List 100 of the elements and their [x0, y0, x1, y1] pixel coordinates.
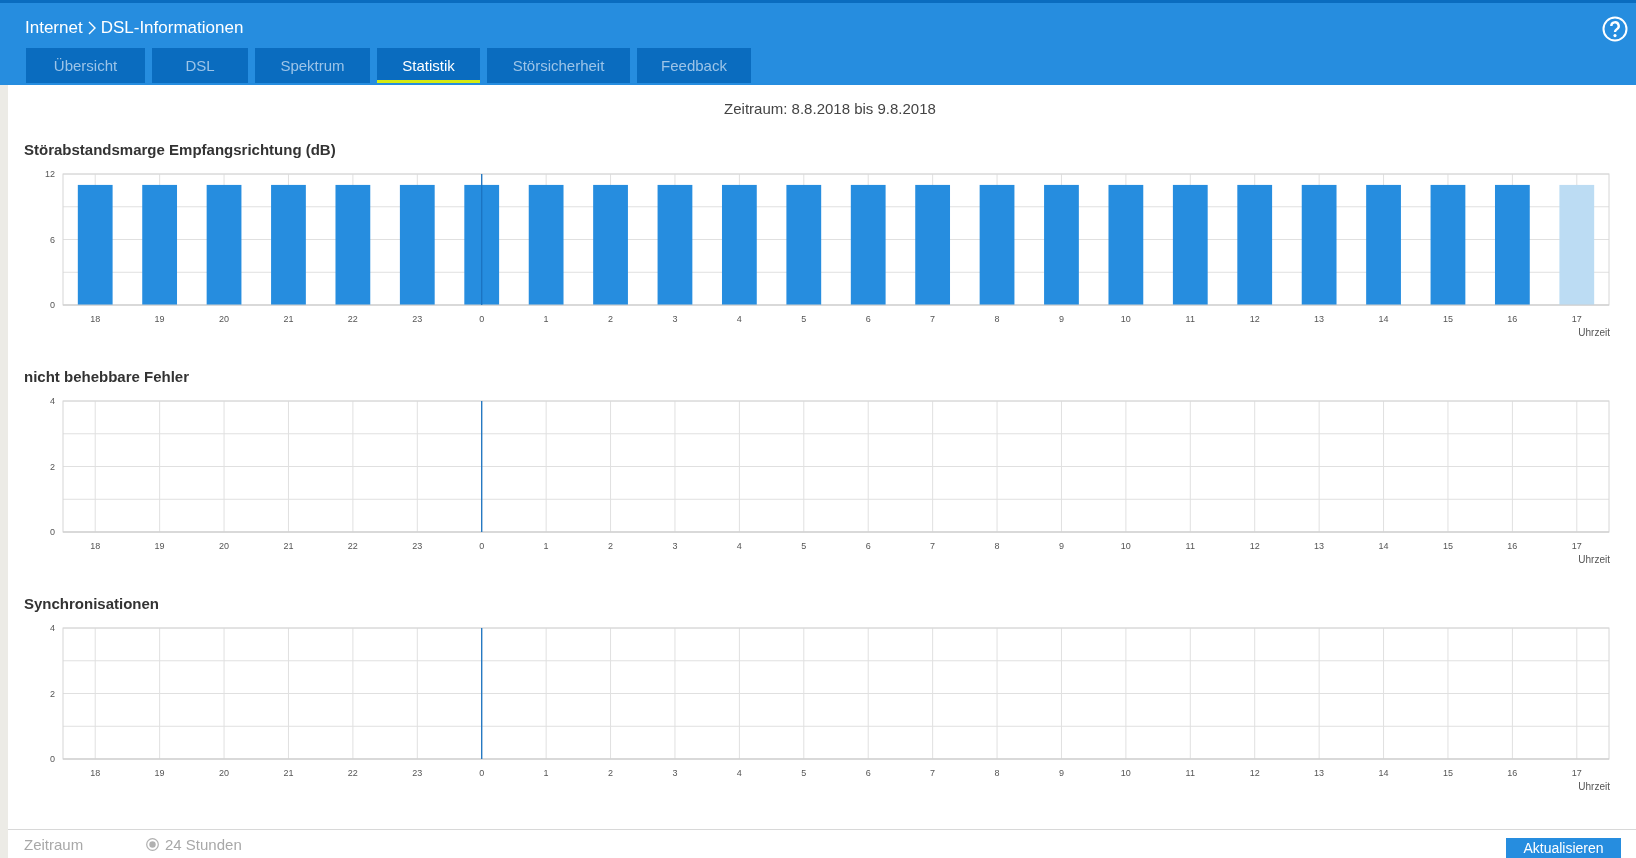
axis-label: 11 — [1185, 314, 1195, 324]
axis-label: 12 — [1249, 314, 1260, 324]
breadcrumb-item[interactable]: DSL-Informationen — [100, 18, 244, 38]
axis-label: 4 — [736, 541, 742, 551]
axis-label: 15 — [1442, 768, 1453, 778]
axis-label: 10 — [1120, 314, 1131, 324]
axis-label: 2 — [50, 461, 55, 472]
axis-label: 2 — [608, 314, 614, 324]
axis-label: 2 — [608, 541, 614, 551]
axis-label: 3 — [672, 541, 678, 551]
axis-label: 10 — [1120, 541, 1131, 551]
chart-title: nicht behebbare Fehler — [24, 367, 190, 387]
axis-label: 12 — [45, 170, 55, 179]
axis-label: 21 — [283, 768, 294, 778]
axis-label: 0 — [479, 541, 485, 551]
axis-label: 3 — [672, 768, 678, 778]
help-icon[interactable] — [1602, 16, 1628, 42]
axis-label: 8 — [994, 314, 1000, 324]
axis-label: 0 — [479, 314, 485, 324]
axis-label: 5 — [801, 768, 807, 778]
axis-label: 19 — [154, 314, 165, 324]
axis-label: 2 — [608, 768, 614, 778]
axis-label: 8 — [994, 768, 1000, 778]
axis-label: 16 — [1507, 314, 1518, 324]
axis-label: 16 — [1507, 541, 1518, 551]
axis-label: 1 — [543, 314, 549, 324]
axis-title: Uhrzeit — [1578, 554, 1610, 565]
axis-label: 13 — [1314, 541, 1325, 551]
axis-label: 18 — [90, 314, 101, 324]
radio-label: 24 Stunden — [165, 835, 242, 853]
chart-title: Störabstandsmarge Empfangsrichtung (dB) — [24, 140, 336, 160]
axis-label: 7 — [930, 314, 936, 324]
tab[interactable]: Feedback — [637, 48, 751, 83]
axis-label: 6 — [865, 541, 871, 551]
axis-label: 19 — [154, 768, 165, 778]
axis-label: 19 — [154, 541, 165, 551]
axis-label: 15 — [1442, 314, 1453, 324]
axis-label: 0 — [50, 754, 55, 764]
axis-label: 5 — [801, 541, 807, 551]
axis-label: 6 — [865, 314, 871, 324]
axis-label: 23 — [412, 768, 423, 778]
axis-label: 15 — [1442, 541, 1453, 551]
axis-label: 17 — [1571, 541, 1582, 551]
breadcrumb-item[interactable]: Internet — [25, 18, 83, 38]
axis-label: 0 — [479, 768, 485, 778]
axis-title: Uhrzeit — [1578, 781, 1610, 792]
axis-label: 5 — [801, 314, 807, 324]
axis-label: 2 — [50, 688, 55, 699]
axis-label: 21 — [283, 314, 294, 324]
tab[interactable]: Spektrum — [255, 48, 370, 83]
axis-label: 13 — [1314, 314, 1325, 324]
tab[interactable]: Statistik — [377, 48, 480, 83]
axis-label: 4 — [50, 624, 55, 633]
axis-label: 6 — [865, 768, 871, 778]
axis-label: 14 — [1378, 541, 1389, 551]
axis-label: 10 — [1120, 768, 1131, 778]
axis-label: 22 — [347, 768, 358, 778]
axis-label: 18 — [90, 768, 101, 778]
axis-label: 9 — [1058, 768, 1064, 778]
axis-label: 22 — [347, 541, 358, 551]
axis-label: 17 — [1571, 314, 1582, 324]
axis-label: 4 — [736, 768, 742, 778]
axis-label: 21 — [283, 541, 294, 551]
axis-label: 18 — [90, 541, 101, 551]
chart-title: Synchronisationen — [24, 594, 160, 614]
tab[interactable]: DSL — [152, 48, 248, 83]
axis-title: Uhrzeit — [1578, 327, 1610, 338]
axis-label: 3 — [672, 314, 678, 324]
tab[interactable]: Übersicht — [26, 48, 145, 83]
axis-label: 20 — [219, 768, 230, 778]
axis-label: 12 — [1249, 768, 1260, 778]
axis-label: 12 — [1249, 541, 1260, 551]
axis-label: 23 — [412, 541, 423, 551]
chevron-icon — [87, 21, 96, 35]
axis-label: 17 — [1571, 768, 1582, 778]
axis-label: 4 — [50, 397, 55, 406]
axis-label: 0 — [50, 527, 55, 537]
field-label: Zeitraum — [24, 835, 85, 853]
axis-label: 7 — [930, 768, 936, 778]
axis-label: 9 — [1058, 314, 1064, 324]
axis-label: 6 — [50, 234, 55, 245]
axis-label: 0 — [50, 300, 55, 310]
axis-label: 23 — [412, 314, 423, 324]
axis-label: 1 — [543, 768, 549, 778]
axis-label: 11 — [1185, 768, 1195, 778]
axis-label: 13 — [1314, 768, 1325, 778]
axis-label: 16 — [1507, 768, 1518, 778]
period-text: Zeitraum: 8.8.2018 bis 9.8.2018 — [724, 99, 936, 119]
axis-label: 8 — [994, 541, 1000, 551]
axis-label: 22 — [347, 314, 358, 324]
tab[interactable]: Störsicherheit — [487, 48, 630, 83]
axis-label: 7 — [930, 541, 936, 551]
axis-label: 20 — [219, 541, 230, 551]
axis-label: 14 — [1378, 314, 1389, 324]
axis-label: 9 — [1058, 541, 1064, 551]
axis-label: 20 — [219, 314, 230, 324]
axis-label: 1 — [543, 541, 549, 551]
axis-label: 14 — [1378, 768, 1389, 778]
axis-label: 11 — [1185, 541, 1195, 551]
axis-label: 4 — [736, 314, 742, 324]
